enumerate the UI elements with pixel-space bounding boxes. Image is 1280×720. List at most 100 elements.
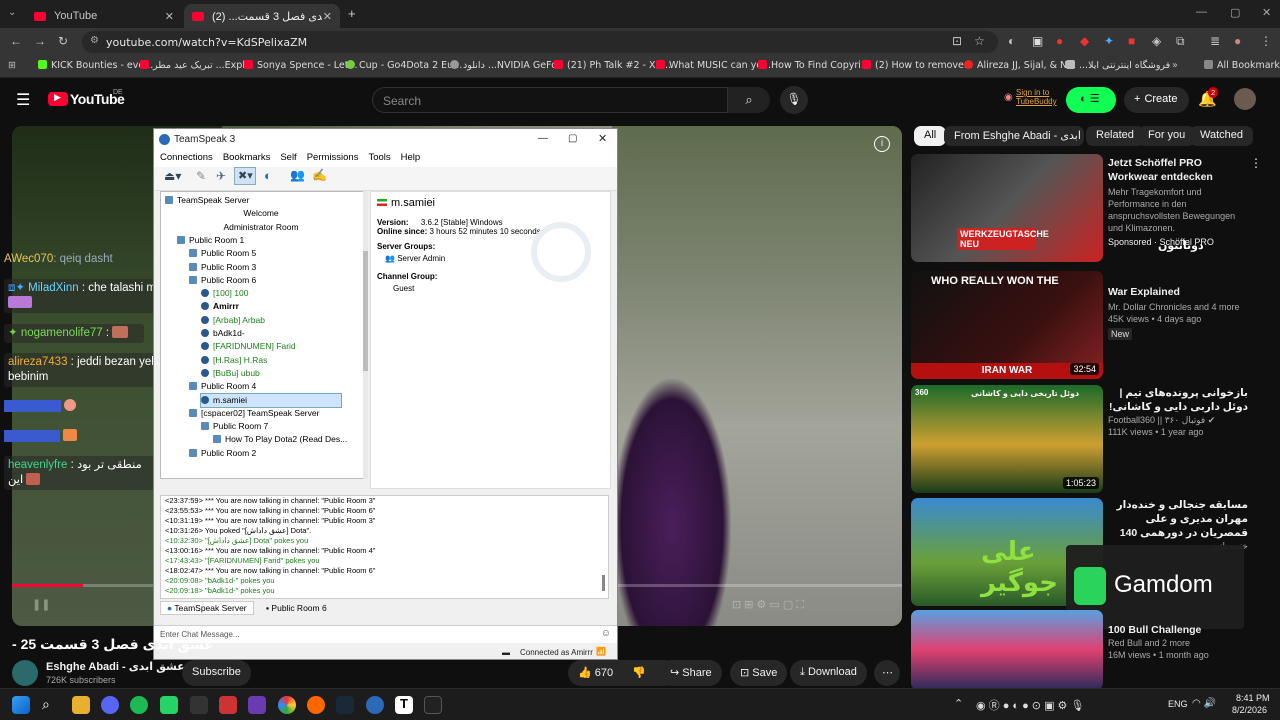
file-explorer-icon[interactable] [72,696,90,714]
bookmark-item[interactable]: (2) How to remove... [862,60,973,71]
tab-channel-chat[interactable]: ▪ Public Room 6 [260,602,333,614]
ts-client-node[interactable]: [FARIDNUMEN] Farid [201,340,296,353]
app-icon[interactable] [219,696,237,714]
channel-avatar[interactable] [12,660,38,686]
tab-youtube[interactable]: YouTube ✕ [26,4,182,28]
chip-related[interactable]: Related [1086,126,1144,146]
back-icon[interactable]: ← [10,34,22,48]
profile-avatar-icon[interactable]: ● [1234,34,1241,48]
minimize-window-icon[interactable]: — [1196,6,1207,18]
tab-search-icon[interactable]: ⌄ [8,7,16,18]
ts-channel-node[interactable]: Public Room 1 [177,234,244,247]
chip-from-channel[interactable]: From Eshghe Abadi - عشق ابدی [944,126,1084,146]
hamburger-menu-icon[interactable]: ☰ [16,90,30,110]
extension-icon[interactable]: ■ [1128,34,1135,48]
ts-channel-node[interactable]: Public Room 3 [189,261,256,274]
teamspeak-taskbar-icon[interactable] [366,696,384,714]
apps-grid-icon[interactable]: ⊞ [8,60,16,71]
extension-icon[interactable]: ◆ [1080,34,1089,48]
download-button[interactable]: ⤓ Download [790,660,867,686]
reload-icon[interactable]: ↻ [58,34,68,48]
forward-icon[interactable]: → [34,34,46,48]
all-bookmarks[interactable]: All Bookmarks [1204,60,1280,71]
close-window-icon[interactable]: ✕ [1262,6,1271,19]
steam-icon[interactable] [336,696,354,714]
bookmark-item[interactable]: KICK Bounties - eve... [38,60,153,71]
ts-menu-bookmarks[interactable]: Bookmarks [223,152,271,163]
ts-chat-input[interactable]: Enter Chat Message... ☺ [154,625,617,643]
rec-meta[interactable]: بازخوانی پرونده‌های تیم | دوئل داربی دای… [1108,386,1248,414]
address-bar[interactable]: ⚙ youtube.com/watch?v=KdSPelixaZM [82,31,998,53]
tree-scrollbar[interactable] [363,191,368,479]
chip-for-you[interactable]: For you [1138,126,1196,146]
discord-icon[interactable] [101,696,119,714]
contacts-icon[interactable]: 👥 [290,168,305,182]
terminal-icon[interactable] [424,696,442,714]
rec-thumbnail[interactable]: WHO REALLY WON THE IRAN WAR 32:54 [911,271,1103,379]
whatsapp-icon[interactable] [160,696,178,714]
ts-channel-node[interactable]: Welcome [161,207,361,220]
like-icon[interactable]: 👍 [578,667,592,679]
ts-client-node[interactable]: bAdk1d- [201,327,245,340]
ts-menu-connections[interactable]: Connections [160,152,213,163]
ts-channel-tree[interactable]: TeamSpeak Server Welcome Administrator Roo… [160,191,368,479]
chrome-icon[interactable] [278,696,296,714]
windows-start-icon[interactable] [12,696,30,714]
player-controls[interactable]: ⊡ ⊞ ⚙ ▭ ▢ ⛶ [732,598,804,612]
extensions-puzzle-icon[interactable]: ⧉ [1176,34,1185,49]
rec-thumbnail[interactable]: 360 دوئل تاریخی دایی و کاشانی 1:05:23 [911,385,1103,493]
rec-meta[interactable]: 100 Bull Challenge Red Bull and 2 more 16M… [1108,623,1248,661]
channel-name[interactable]: Eshghe Abadi - عشق ابدی [46,660,185,673]
voice-search-button[interactable]: 🎙 [780,86,808,114]
rec-meta[interactable]: مسابقه جنجالی و خنده‌دار مهران مدیری و ع… [1108,498,1248,552]
bookmark-item[interactable]: Sonya Spence - Let... [244,60,358,71]
away-icon[interactable]: ✈ [216,169,226,183]
clock-time[interactable]: 8:41 PM [1236,693,1270,703]
bookmark-item[interactable]: ...فروشگاه اینترنتی ایلا [1066,60,1170,71]
extension-icon[interactable]: ▣ [1032,34,1043,48]
ts-channel-node[interactable]: Public Room 5 [189,247,256,260]
chip-watched[interactable]: Watched [1190,126,1254,146]
tray-chevron-icon[interactable]: ⌃ [954,697,963,710]
text-editor-icon[interactable]: T [395,696,413,714]
more-actions-icon[interactable]: ⋮ [1250,156,1262,170]
ts-client-node[interactable]: [100] 100 [201,287,248,300]
ts-titlebar[interactable]: TeamSpeak 3 — ▢ ✕ [154,129,617,151]
tubebuddy-signin-link[interactable]: Sign in to TubeBuddy [1016,88,1062,106]
chat-bubble-icon[interactable]: ◐ [264,168,272,183]
extension-icon[interactable]: ◈ [1152,34,1161,48]
ts-maximize-icon[interactable]: ▢ [568,133,577,144]
search-input[interactable]: Search [372,87,728,113]
ts-channel-node[interactable]: Administrator Room [161,221,361,234]
ts-client-node[interactable]: [H.Ras] H.Ras [201,354,267,367]
save-button[interactable]: ⊡ Save [730,660,788,686]
ts-menu-tools[interactable]: Tools [368,152,390,163]
ts-client-node[interactable]: [BuBu] ubub [201,367,260,380]
extension-icon[interactable]: ● [1056,34,1063,48]
ts-channel-node[interactable]: Public Room 6 [189,274,256,287]
ts-channel-node[interactable]: Public Room 2 [189,447,256,460]
info-icon[interactable]: i [874,136,890,152]
create-button[interactable]: + Create [1124,87,1190,113]
rockstar-icon[interactable] [248,696,266,714]
app-icon[interactable] [190,696,208,714]
ts-channel-node[interactable]: Public Room 7 [201,420,268,433]
new-tab-icon[interactable]: + [348,6,356,21]
tab-video[interactable]: عشق ابدی فصل 3 قسمت... (2)✕ [184,4,340,28]
ts-channel-node[interactable]: How To Play Dota2 (Read Des... [213,433,347,446]
account-avatar[interactable] [1234,88,1256,110]
ts-menu-help[interactable]: Help [401,152,421,163]
language-indicator[interactable]: ENG [1168,699,1188,709]
ts-client-node[interactable]: Amirrr [201,300,239,313]
bookmark-item[interactable]: How To Find Copyri... [758,60,870,71]
play-pause-icon[interactable]: ❚❚ [32,598,50,611]
bookmark-item[interactable]: What MUSIC can yo... [656,60,771,71]
ts-minimize-icon[interactable]: — [538,133,548,144]
ts-server-node[interactable]: TeamSpeak Server [165,194,249,207]
close-tab-icon[interactable]: ✕ [323,10,332,23]
menu-kebab-icon[interactable]: ⋮ [1260,34,1272,48]
rec-thumbnail[interactable]: WERKZEUGTASCHE NEU [911,154,1103,262]
firefox-icon[interactable] [307,696,325,714]
disconnect-icon[interactable]: ✎ [196,169,206,183]
bookmark-item[interactable]: دانلود ...NVIDIA GeFor [450,60,561,71]
